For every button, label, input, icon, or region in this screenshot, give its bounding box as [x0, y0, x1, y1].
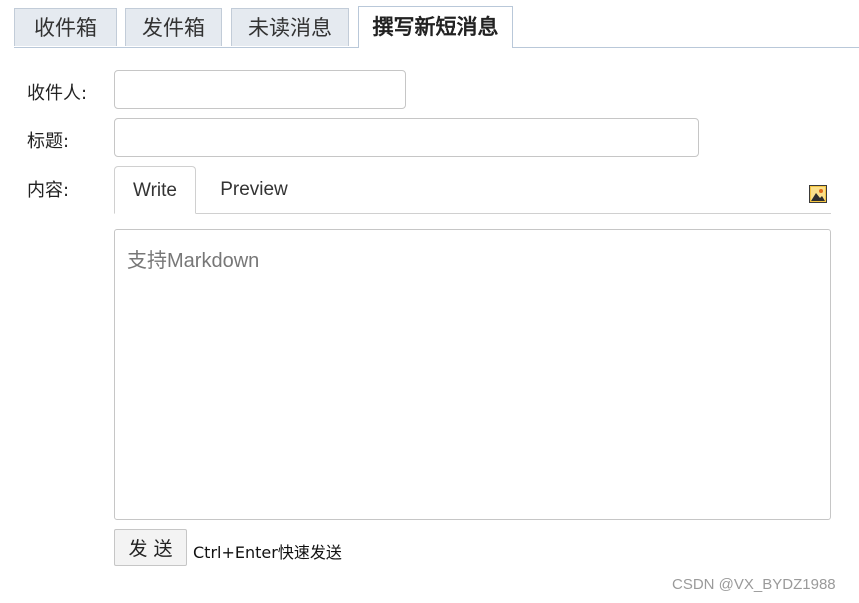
tab-compose[interactable]: 撰写新短消息 [358, 6, 513, 48]
watermark: CSDN @VX_BYDZ1988 [672, 576, 836, 593]
tab-unread[interactable]: 未读消息 [231, 8, 349, 46]
tab-preview[interactable]: Preview [210, 166, 298, 214]
subject-label: 标题: [27, 131, 70, 152]
insert-image-icon[interactable] [809, 185, 827, 203]
subject-input[interactable] [114, 118, 699, 157]
editor-tabs: Write Preview [114, 166, 831, 214]
tab-write[interactable]: Write [114, 166, 196, 214]
recipient-input[interactable] [114, 70, 406, 109]
content-textarea[interactable] [114, 229, 831, 520]
tab-inbox[interactable]: 收件箱 [14, 8, 117, 46]
content-label: 内容: [27, 180, 70, 201]
send-shortcut-hint: Ctrl+Enter快速发送 [193, 543, 342, 562]
send-button[interactable]: 发 送 [114, 529, 187, 566]
tab-outbox[interactable]: 发件箱 [125, 8, 222, 46]
recipient-label: 收件人: [27, 83, 88, 104]
message-tabs: 收件箱 发件箱 未读消息 撰写新短消息 [14, 6, 859, 48]
